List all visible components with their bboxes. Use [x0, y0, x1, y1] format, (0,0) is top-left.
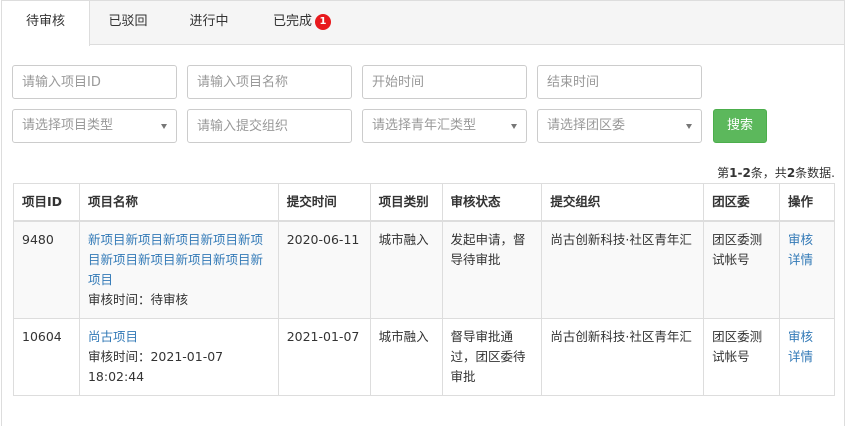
table-row: 9480 新项目新项目新项目新项目新项目新项目新项目新项目新项目新项目 审核时间…: [13, 220, 835, 319]
project-table: 项目ID 项目名称 提交时间 项目类别 审核状态 提交组织 团区委 操作 948…: [13, 183, 835, 396]
header-project-id: 项目ID: [13, 183, 80, 222]
cell-org: 尚古创新科技·社区青年汇: [541, 318, 705, 396]
completed-count-badge: 1: [315, 14, 331, 30]
project-type-select[interactable]: 请选择项目类型: [12, 109, 177, 143]
tab-completed-label: 已完成: [272, 14, 312, 29]
tab-pending[interactable]: 待审核: [2, 1, 90, 46]
result-summary: 第1-2条，共2条数据.: [717, 166, 835, 180]
chevron-down-icon: [161, 124, 167, 129]
project-name-link[interactable]: 尚古项目: [88, 327, 270, 347]
table-row: 10604 尚古项目 审核时间：2021-01-07 18:02:44 2021…: [13, 318, 835, 396]
end-time-input[interactable]: [537, 65, 702, 99]
cell-status: 督导审批通过，团区委待审批: [441, 318, 543, 396]
search-button[interactable]: 搜索: [713, 109, 767, 143]
district-select[interactable]: 请选择团区委: [537, 109, 702, 143]
header-category: 项目类别: [369, 183, 443, 222]
cell-project-id: 9480: [13, 220, 80, 319]
cell-submit-time: 2021-01-07: [277, 318, 371, 396]
tab-in-progress[interactable]: 进行中: [172, 1, 246, 45]
header-org: 提交组织: [541, 183, 705, 222]
review-link[interactable]: 审核: [788, 327, 826, 347]
header-committee: 团区委: [703, 183, 780, 222]
header-submit-time: 提交时间: [277, 183, 371, 222]
project-id-input[interactable]: [12, 65, 177, 99]
tab-bar: 待审核 已驳回 进行中 已完成 1: [2, 1, 844, 46]
cell-actions: 审核 详情: [779, 318, 835, 396]
review-link[interactable]: 审核: [788, 230, 826, 250]
project-name-input[interactable]: [187, 65, 352, 99]
cell-committee: 团区委测试帐号: [703, 220, 780, 319]
chevron-down-icon: [511, 124, 517, 129]
cell-submit-time: 2020-06-11: [277, 220, 371, 319]
detail-link[interactable]: 详情: [788, 250, 826, 270]
review-time: 审核时间：待审核: [87, 292, 188, 307]
header-project-name: 项目名称: [78, 183, 279, 222]
table-header-row: 项目ID 项目名称 提交时间 项目类别 审核状态 提交组织 团区委 操作: [13, 183, 835, 222]
header-status: 审核状态: [441, 183, 543, 222]
project-type-select-value: 请选择项目类型: [22, 118, 114, 133]
tab-pending-label: 待审核: [25, 14, 65, 29]
cell-org: 尚古创新科技·社区青年汇: [541, 220, 705, 319]
cell-project-name: 尚古项目 审核时间：2021-01-07 18:02:44: [78, 318, 279, 396]
chevron-down-icon: [686, 124, 692, 129]
header-actions: 操作: [779, 183, 835, 222]
tab-rejected-label: 已驳回: [108, 14, 148, 29]
detail-link[interactable]: 详情: [788, 347, 826, 367]
youth-type-select[interactable]: 请选择青年汇类型: [362, 109, 527, 143]
cell-project-id: 10604: [13, 318, 80, 396]
review-panel: 待审核 已驳回 进行中 已完成1 请选择项目类型 请选择青年汇类型 请选择团区委…: [1, 0, 845, 426]
cell-category: 城市融入: [369, 318, 443, 396]
cell-actions: 审核 详情: [779, 220, 835, 319]
project-name-link[interactable]: 新项目新项目新项目新项目新项目新项目新项目新项目新项目新项目: [88, 230, 270, 290]
start-time-input[interactable]: [362, 65, 527, 99]
tab-in-progress-label: 进行中: [189, 14, 229, 29]
cell-category: 城市融入: [369, 220, 443, 319]
cell-project-name: 新项目新项目新项目新项目新项目新项目新项目新项目新项目新项目 审核时间：待审核: [78, 220, 279, 319]
org-input[interactable]: [187, 109, 352, 143]
cell-committee: 团区委测试帐号: [703, 318, 780, 396]
tab-completed[interactable]: 已完成 1: [256, 1, 348, 45]
review-time: 审核时间：2021-01-07 18:02:44: [87, 349, 224, 384]
cell-status: 发起申请，督导待审批: [441, 220, 543, 319]
youth-type-select-value: 请选择青年汇类型: [372, 118, 477, 133]
tab-rejected[interactable]: 已驳回: [90, 1, 166, 45]
district-select-value: 请选择团区委: [547, 118, 626, 133]
